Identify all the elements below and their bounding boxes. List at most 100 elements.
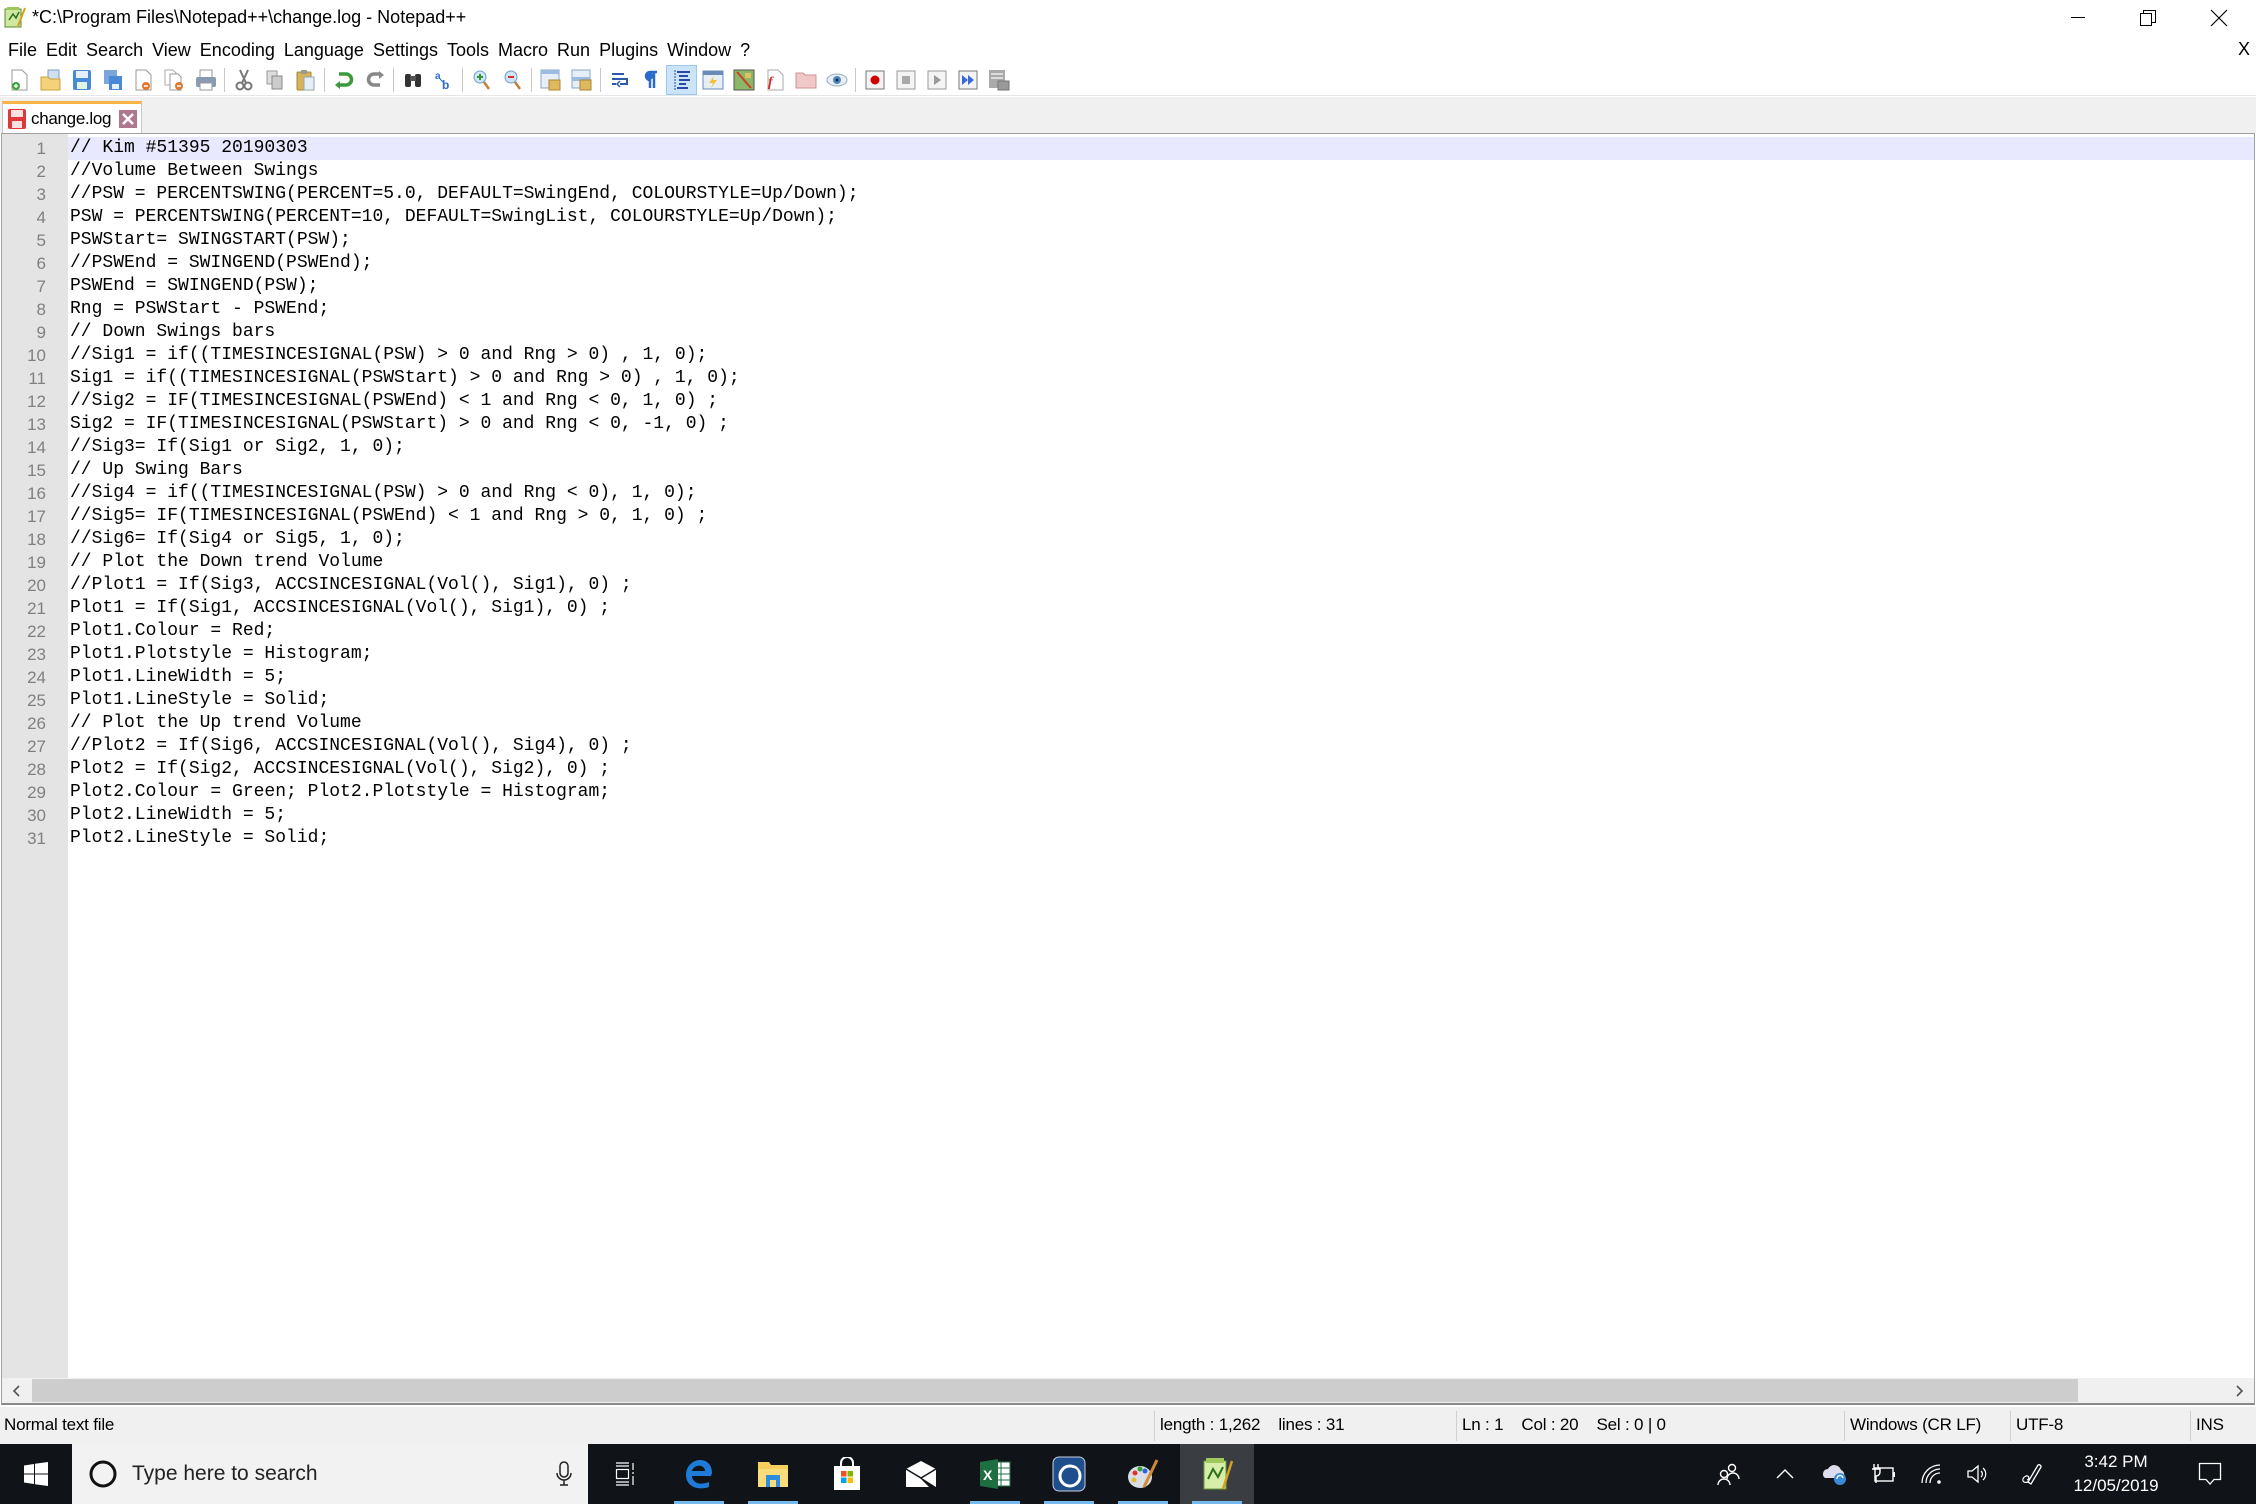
editor-line[interactable]: 24 Plot1.LineWidth = 5; bbox=[2, 666, 2254, 689]
editor-line[interactable]: 16 //Sig4 = if((TIMESINCESIGNAL(PSW) > 0 … bbox=[2, 482, 2254, 505]
editor-line[interactable]: 18 //Sig6= If(Sig4 or Sig5, 1, 0); bbox=[2, 528, 2254, 551]
paste-button[interactable] bbox=[290, 65, 321, 95]
editor-line[interactable]: 30 Plot2.LineWidth = 5; bbox=[2, 804, 2254, 827]
taskbar-mail[interactable] bbox=[884, 1444, 958, 1504]
editor-line[interactable]: 9 // Down Swings bars bbox=[2, 321, 2254, 344]
taskbar-paint[interactable] bbox=[1106, 1444, 1180, 1504]
stop-recording-button[interactable] bbox=[890, 65, 921, 95]
close-window-button[interactable] bbox=[2184, 0, 2254, 36]
function-list-button[interactable]: f bbox=[759, 65, 790, 95]
find-button[interactable] bbox=[397, 65, 428, 95]
scroll-right-button[interactable] bbox=[2226, 1378, 2254, 1403]
monitoring-button[interactable] bbox=[821, 65, 852, 95]
editor-line[interactable]: 7 PSWEnd = SWINGEND(PSW); bbox=[2, 275, 2254, 298]
replace-button[interactable]: ab bbox=[428, 65, 459, 95]
menu-settings[interactable]: Settings bbox=[369, 37, 443, 63]
editor-line[interactable]: 11 Sig1 = if((TIMESINCESIGNAL(PSWStart) >… bbox=[2, 367, 2254, 390]
menu-view[interactable]: View bbox=[148, 37, 196, 63]
menu-encoding[interactable]: Encoding bbox=[196, 37, 280, 63]
tray-volume[interactable] bbox=[1960, 1444, 1994, 1504]
tray-onedrive[interactable] bbox=[1818, 1444, 1852, 1504]
editor-line[interactable]: 12 //Sig2 = IF(TIMESINCESIGNAL(PSWEnd) < … bbox=[2, 390, 2254, 413]
open-file-button[interactable] bbox=[35, 65, 66, 95]
menu-help[interactable]: ? bbox=[736, 37, 755, 63]
task-view-button[interactable] bbox=[588, 1444, 662, 1504]
copy-button[interactable] bbox=[259, 65, 290, 95]
zoom-out-button[interactable] bbox=[497, 65, 528, 95]
user-defined-language-button[interactable] bbox=[697, 65, 728, 95]
editor-line[interactable]: 13 Sig2 = IF(TIMESINCESIGNAL(PSWStart) > … bbox=[2, 413, 2254, 436]
editor-line[interactable]: 6 //PSWEnd = SWINGEND(PSWEnd); bbox=[2, 252, 2254, 275]
tray-show-hidden-icons[interactable] bbox=[1770, 1444, 1800, 1504]
menu-plugins[interactable]: Plugins bbox=[595, 37, 663, 63]
menu-language[interactable]: Language bbox=[280, 37, 369, 63]
microphone-icon[interactable] bbox=[556, 1461, 572, 1487]
menu-macro[interactable]: Macro bbox=[494, 37, 553, 63]
menu-tools[interactable]: Tools bbox=[443, 37, 494, 63]
editor-line[interactable]: 21 Plot1 = If(Sig1, ACCSINCESIGNAL(Vol(),… bbox=[2, 597, 2254, 620]
new-file-button[interactable] bbox=[4, 65, 35, 95]
document-map-button[interactable] bbox=[728, 65, 759, 95]
tab-close-icon[interactable] bbox=[119, 109, 138, 128]
taskbar-edge[interactable] bbox=[662, 1444, 736, 1504]
editor-line[interactable]: 14 //Sig3= If(Sig1 or Sig2, 1, 0); bbox=[2, 436, 2254, 459]
editor-line[interactable]: 3 //PSW = PERCENTSWING(PERCENT=5.0, DEFAU… bbox=[2, 183, 2254, 206]
editor-line[interactable]: 27 //Plot2 = If(Sig6, ACCSINCESIGNAL(Vol(… bbox=[2, 735, 2254, 758]
editor-line[interactable]: 4 PSW = PERCENTSWING(PERCENT=10, DEFAULT=… bbox=[2, 206, 2254, 229]
tab-change-log[interactable]: change.log bbox=[2, 101, 142, 133]
menu-window[interactable]: Window bbox=[663, 37, 736, 63]
menu-edit[interactable]: Edit bbox=[42, 37, 82, 63]
editor-line[interactable]: 29 Plot2.Colour = Green; Plot2.Plotstyle … bbox=[2, 781, 2254, 804]
restore-button[interactable] bbox=[2113, 0, 2183, 36]
editor-line[interactable]: 17 //Sig5= IF(TIMESINCESIGNAL(PSWEnd) < 1… bbox=[2, 505, 2254, 528]
editor-line[interactable]: 19 // Plot the Down trend Volume bbox=[2, 551, 2254, 574]
scrollbar-thumb[interactable] bbox=[32, 1379, 2078, 1402]
close-document-button[interactable]: X bbox=[2238, 36, 2250, 62]
sync-horizontal-scroll-button[interactable] bbox=[566, 65, 597, 95]
sync-vertical-scroll-button[interactable] bbox=[535, 65, 566, 95]
editor-line[interactable]: 15 // Up Swing Bars bbox=[2, 459, 2254, 482]
editor-line[interactable]: 28 Plot2 = If(Sig2, ACCSINCESIGNAL(Vol(),… bbox=[2, 758, 2254, 781]
editor-line[interactable]: 25 Plot1.LineStyle = Solid; bbox=[2, 689, 2254, 712]
save-button[interactable] bbox=[66, 65, 97, 95]
editor-line[interactable]: 31 Plot2.LineStyle = Solid; bbox=[2, 827, 2254, 850]
print-button[interactable] bbox=[190, 65, 221, 95]
save-all-button[interactable] bbox=[97, 65, 128, 95]
taskbar-blue-app[interactable] bbox=[1032, 1444, 1106, 1504]
action-center-button[interactable] bbox=[2190, 1444, 2230, 1504]
run-macro-multiple-button[interactable] bbox=[952, 65, 983, 95]
text-editor[interactable]: 1 // Kim #51395 20190303 2 //Volume Between… bbox=[1, 133, 2255, 1405]
taskbar-notepad-plus-plus[interactable] bbox=[1180, 1444, 1254, 1504]
close-all-button[interactable] bbox=[159, 65, 190, 95]
indent-guide-button[interactable] bbox=[666, 64, 697, 95]
editor-line[interactable]: 5 PSWStart= SWINGSTART(PSW); bbox=[2, 229, 2254, 252]
taskbar-search-box[interactable]: Type here to search bbox=[72, 1444, 588, 1504]
editor-line[interactable]: 2 //Volume Between Swings bbox=[2, 160, 2254, 183]
editor-line[interactable]: 10 //Sig1 = if((TIMESINCESIGNAL(PSW) > 0 … bbox=[2, 344, 2254, 367]
undo-button[interactable] bbox=[328, 65, 359, 95]
editor-line[interactable]: 22 Plot1.Colour = Red; bbox=[2, 620, 2254, 643]
minimize-button[interactable] bbox=[2043, 0, 2113, 36]
editor-line[interactable]: 26 // Plot the Up trend Volume bbox=[2, 712, 2254, 735]
word-wrap-button[interactable] bbox=[604, 65, 635, 95]
folder-as-workspace-button[interactable] bbox=[790, 65, 821, 95]
taskbar-clock[interactable]: 3:42 PM 12/05/2019 bbox=[2056, 1450, 2176, 1498]
scroll-left-button[interactable] bbox=[2, 1378, 30, 1403]
show-all-characters-button[interactable] bbox=[635, 65, 666, 95]
editor-line[interactable]: 23 Plot1.Plotstyle = Histogram; bbox=[2, 643, 2254, 666]
horizontal-scrollbar[interactable] bbox=[2, 1378, 2254, 1403]
start-recording-button[interactable] bbox=[859, 65, 890, 95]
menu-search[interactable]: Search bbox=[82, 37, 148, 63]
editor-line[interactable]: 8 Rng = PSWStart - PSWEnd; bbox=[2, 298, 2254, 321]
editor-line[interactable]: 1 // Kim #51395 20190303 bbox=[2, 137, 2254, 160]
redo-button[interactable] bbox=[359, 65, 390, 95]
taskbar-microsoft-store[interactable] bbox=[810, 1444, 884, 1504]
menu-run[interactable]: Run bbox=[553, 37, 595, 63]
start-button[interactable] bbox=[0, 1444, 72, 1504]
zoom-in-button[interactable] bbox=[466, 65, 497, 95]
tray-people[interactable] bbox=[1710, 1444, 1746, 1504]
editor-line[interactable]: 20 //Plot1 = If(Sig3, ACCSINCESIGNAL(Vol(… bbox=[2, 574, 2254, 597]
menu-file[interactable]: File bbox=[4, 37, 42, 63]
save-recorded-macro-button[interactable] bbox=[983, 65, 1014, 95]
taskbar-excel[interactable]: X bbox=[958, 1444, 1032, 1504]
